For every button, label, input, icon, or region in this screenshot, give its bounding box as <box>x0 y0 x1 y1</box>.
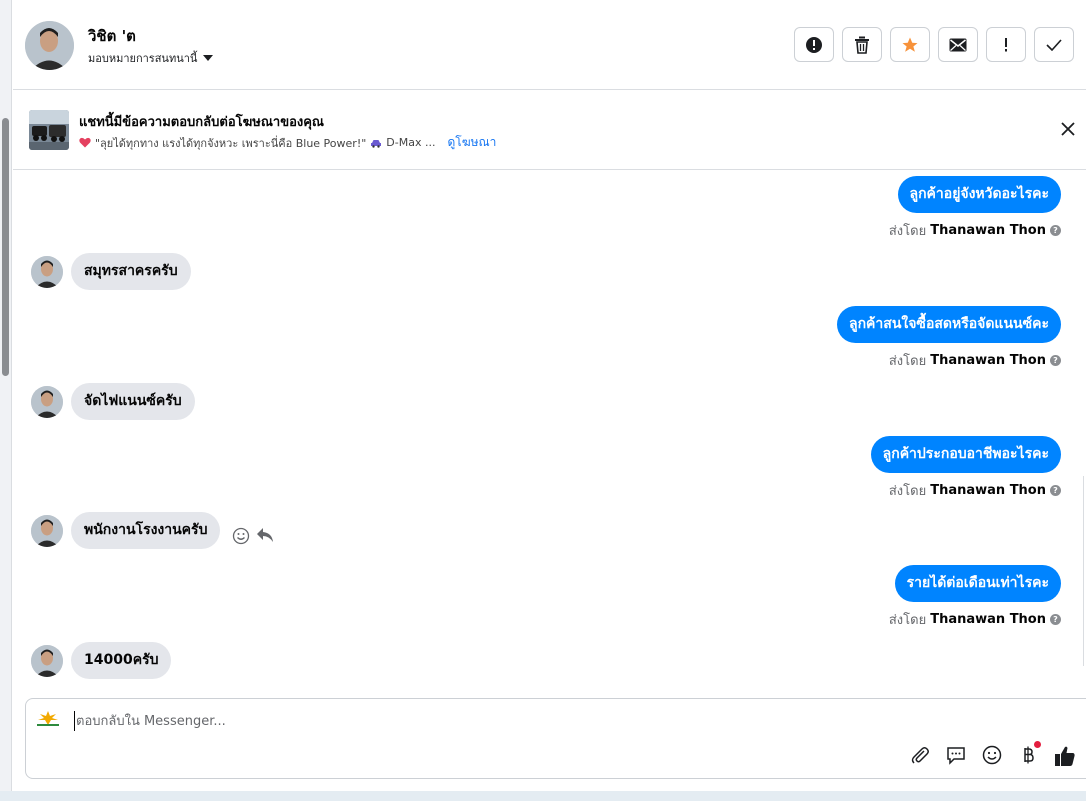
attach-button[interactable] <box>910 745 930 765</box>
paperclip-icon <box>911 747 929 764</box>
reply-composer <box>25 698 1086 779</box>
smile-icon <box>982 745 1002 765</box>
sender-avatar[interactable] <box>31 385 63 418</box>
star-button[interactable] <box>890 27 930 62</box>
bottom-strip <box>0 791 1086 801</box>
notification-dot <box>1034 741 1041 748</box>
car-icon <box>371 139 382 148</box>
delete-button[interactable] <box>842 27 882 62</box>
emoji-react-icon[interactable] <box>232 527 250 545</box>
payment-button[interactable] <box>1018 741 1041 765</box>
reply-icon[interactable] <box>256 527 274 543</box>
page-logo <box>34 709 62 729</box>
alert-circle-icon <box>806 36 822 53</box>
ad-snippet-tail: D-Max ... <box>386 136 436 149</box>
sender-name: Thanawan Thon <box>930 483 1046 498</box>
message-hover-tools <box>232 527 274 545</box>
heart-icon <box>79 137 91 148</box>
caret-down-icon <box>203 55 214 61</box>
chat-bubble-icon <box>947 747 965 765</box>
sent-by-prefix: ส่งโดย <box>888 224 927 239</box>
sender-name: Thanawan Thon <box>930 353 1046 368</box>
done-button[interactable] <box>1034 27 1074 62</box>
sent-by-prefix: ส่งโดย <box>888 484 927 499</box>
saved-replies-button[interactable] <box>946 745 966 765</box>
sent-by-line: ส่งโดย Thanawan Thon ? <box>889 480 1061 501</box>
conversation-header: วิชิต 'ต มอบหมายการสนทนานี้ <box>13 0 1086 90</box>
info-icon[interactable]: ? <box>1050 355 1061 366</box>
header-actions <box>794 27 1074 62</box>
contact-name: วิชิต 'ต <box>88 27 136 45</box>
reply-input[interactable] <box>74 711 674 731</box>
incoming-message-row: 14000ครับ <box>31 642 172 679</box>
report-button[interactable] <box>794 27 834 62</box>
envelope-icon <box>949 38 967 51</box>
sent-by-prefix: ส่งโดย <box>888 613 927 628</box>
incoming-message[interactable]: จัดไฟแนนซ์ครับ <box>71 383 195 420</box>
message-thread: ลูกค้าอยู่จังหวัดอะไรคะ ส่งโดย Thanawan … <box>13 171 1086 696</box>
ad-banner-title: แชทนี้มีข้อความตอบกลับต่อโฆษณาของคุณ <box>79 115 324 130</box>
check-icon <box>1046 38 1062 51</box>
info-icon[interactable]: ? <box>1050 485 1061 496</box>
outgoing-message[interactable]: ลูกค้าประกอบอาชีพอะไรคะ <box>870 436 1061 473</box>
sender-avatar[interactable] <box>31 514 63 547</box>
incoming-message-row: สมุทรสาครครับ <box>31 253 191 290</box>
mark-unread-button[interactable] <box>938 27 978 62</box>
sender-name: Thanawan Thon <box>930 612 1046 627</box>
sent-by-line: ส่งโดย Thanawan Thon ? <box>889 609 1061 630</box>
left-panel-edge <box>0 0 12 801</box>
close-icon <box>1061 122 1075 136</box>
info-icon[interactable]: ? <box>1050 225 1061 236</box>
incoming-message[interactable]: พนักงานโรงงานครับ <box>71 512 221 549</box>
spam-button[interactable] <box>986 27 1026 62</box>
info-icon[interactable]: ? <box>1050 614 1061 625</box>
scrollbar-thumb[interactable] <box>2 118 9 376</box>
outgoing-message[interactable]: รายได้ต่อเดือนเท่าไรคะ <box>894 565 1061 602</box>
sent-by-prefix: ส่งโดย <box>888 354 927 369</box>
trash-icon <box>855 36 869 54</box>
ad-snippet: "ลุยได้ทุกทาง แรงได้ทุกจังหวะ เพราะนี่คื… <box>95 136 367 150</box>
ad-thumbnail[interactable] <box>29 110 69 150</box>
emoji-button[interactable] <box>982 745 1002 765</box>
incoming-message[interactable]: สมุทรสาครครับ <box>71 253 191 290</box>
outgoing-message[interactable]: ลูกค้าสนใจซื้อสดหรือจัดแนนซ์คะ <box>837 306 1061 343</box>
incoming-message[interactable]: 14000ครับ <box>71 642 172 679</box>
assign-conversation-dropdown[interactable]: มอบหมายการสนทนานี้ <box>88 49 214 67</box>
exclamation-icon <box>1005 37 1007 51</box>
incoming-message-row: จัดไฟแนนซ์ครับ <box>31 383 195 420</box>
close-banner-button[interactable] <box>1058 119 1078 139</box>
composer-tools <box>910 741 1075 766</box>
like-button[interactable] <box>1054 745 1075 766</box>
ad-reply-banner: แชทนี้มีข้อความตอบกลับต่อโฆษณาของคุณ "ลุ… <box>13 91 1086 170</box>
baht-icon <box>1024 746 1034 764</box>
sent-by-line: ส่งโดย Thanawan Thon ? <box>889 220 1061 241</box>
sent-by-line: ส่งโดย Thanawan Thon ? <box>889 350 1061 371</box>
sender-avatar[interactable] <box>31 255 63 288</box>
sender-name: Thanawan Thon <box>930 223 1046 238</box>
ad-snippet-row: "ลุยได้ทุกทาง แรงได้ทุกจังหวะ เพราะนี่คื… <box>79 133 496 152</box>
outgoing-message[interactable]: ลูกค้าอยู่จังหวัดอะไรคะ <box>897 176 1061 213</box>
contact-avatar[interactable] <box>25 21 74 70</box>
star-icon <box>902 37 918 52</box>
sender-avatar[interactable] <box>31 644 63 677</box>
thumbs-up-icon <box>1055 746 1075 766</box>
incoming-message-row: พนักงานโรงงานครับ <box>31 512 274 549</box>
view-ad-link[interactable]: ดูโฆษณา <box>447 133 496 152</box>
assign-label: มอบหมายการสนทนานี้ <box>88 52 198 65</box>
